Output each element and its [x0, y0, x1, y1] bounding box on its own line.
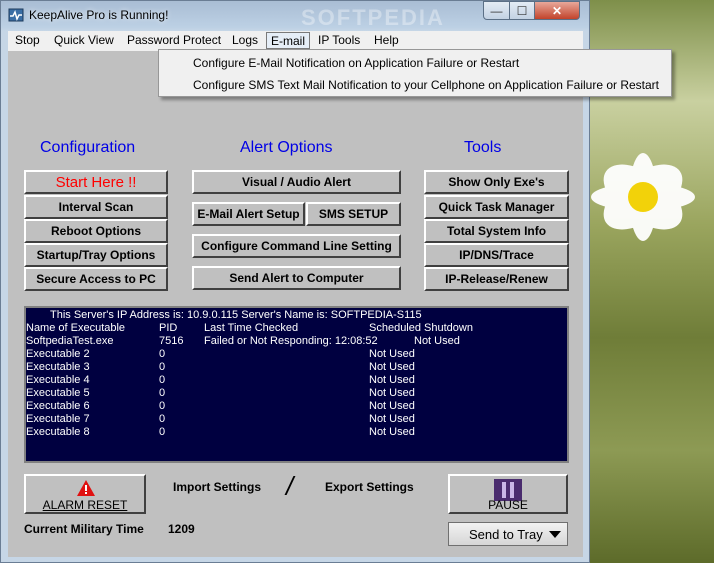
secure-access-button[interactable]: Secure Access to PC — [24, 267, 168, 291]
header-scheduled-shutdown: Scheduled Shutdown — [369, 322, 473, 334]
maximize-button[interactable]: ☐ — [509, 1, 535, 20]
row-2-name: Executable 2 — [26, 348, 90, 360]
startup-tray-options-button[interactable]: Startup/Tray Options — [24, 243, 168, 267]
row-1-name: SoftpediaTest.exe — [26, 335, 114, 347]
reboot-options-button[interactable]: Reboot Options — [24, 219, 168, 243]
send-alert-to-computer-button[interactable]: Send Alert to Computer — [192, 266, 401, 290]
alarm-reset-button[interactable]: ALARM RESET — [24, 474, 146, 514]
alarm-reset-label: ALARM RESET — [42, 498, 128, 512]
row-7-name: Executable 7 — [26, 413, 90, 425]
row-5-shutdown: Not Used — [369, 387, 415, 399]
email-dropdown-menu: Configure E-Mail Notification on Applica… — [158, 49, 672, 97]
quick-task-manager-button[interactable]: Quick Task Manager — [424, 195, 569, 219]
menu-bar: Stop Quick View Password Protect Logs E-… — [8, 31, 583, 51]
import-export-separator: / — [286, 471, 294, 501]
email-alert-setup-button[interactable]: E-Mail Alert Setup — [192, 202, 305, 226]
warning-icon — [77, 480, 95, 496]
minimize-button[interactable]: — — [483, 1, 510, 20]
header-pid: PID — [159, 322, 178, 334]
row-5-name: Executable 5 — [26, 387, 90, 399]
import-settings-link[interactable]: Import Settings — [173, 480, 261, 494]
header-name: Name of Executable — [26, 322, 126, 334]
row-3-shutdown: Not Used — [369, 361, 415, 373]
military-time-label: Current Military Time — [24, 522, 144, 536]
row-8-pid: 0 — [159, 426, 166, 438]
row-6-shutdown: Not Used — [369, 400, 415, 412]
window-title: KeepAlive Pro is Running! — [29, 8, 169, 22]
title-bar[interactable]: KeepAlive Pro is Running! SOFTPEDIA — ☐ … — [1, 1, 589, 30]
row-6-pid: 0 — [159, 400, 166, 412]
menu-logs[interactable]: Logs — [228, 32, 262, 49]
ip-dns-trace-button[interactable]: IP/DNS/Trace — [424, 243, 569, 267]
menu-email[interactable]: E-mail — [266, 32, 311, 49]
military-time-value: 1209 — [168, 522, 195, 536]
pause-label: PAUSE — [488, 498, 528, 512]
row-4-pid: 0 — [159, 374, 166, 386]
row-7-shutdown: Not Used — [369, 413, 415, 425]
configure-command-line-button[interactable]: Configure Command Line Setting — [192, 234, 401, 258]
row-3-pid: 0 — [159, 361, 166, 373]
header-last-checked: Last Time Checked — [204, 322, 299, 334]
alert-options-heading: Alert Options — [240, 139, 333, 156]
show-only-exes-button[interactable]: Show Only Exe's — [424, 170, 569, 194]
total-system-info-button[interactable]: Total System Info — [424, 219, 569, 243]
sms-setup-button[interactable]: SMS SETUP — [306, 202, 401, 226]
ip-release-renew-button[interactable]: IP-Release/Renew — [424, 267, 569, 291]
export-settings-link[interactable]: Export Settings — [325, 480, 414, 494]
row-5-pid: 0 — [159, 387, 166, 399]
app-icon — [8, 8, 24, 22]
configure-sms-notification-item[interactable]: Configure SMS Text Mail Notification to … — [193, 78, 659, 92]
row-1-last-checked: Failed or Not Responding: 12:08:52 — [204, 335, 378, 347]
pause-button[interactable]: PAUSE — [448, 474, 568, 514]
menu-password-protect[interactable]: Password Protect — [123, 32, 225, 49]
watermark: SOFTPEDIA — [301, 5, 445, 30]
row-1-shutdown: Not Used — [414, 335, 460, 347]
menu-help[interactable]: Help — [370, 32, 403, 49]
row-2-pid: 0 — [159, 348, 166, 360]
tools-heading: Tools — [464, 139, 502, 156]
menu-quick-view[interactable]: Quick View — [50, 32, 118, 49]
row-1-pid: 7516 — [159, 335, 184, 347]
configuration-heading: Configuration — [40, 139, 136, 156]
send-to-tray-label: Send to Tray — [469, 526, 543, 542]
row-6-name: Executable 6 — [26, 400, 90, 412]
menu-ip-tools[interactable]: IP Tools — [314, 32, 364, 49]
interval-scan-button[interactable]: Interval Scan — [24, 195, 168, 219]
visual-audio-alert-button[interactable]: Visual / Audio Alert — [192, 170, 401, 194]
dropdown-arrow-icon — [549, 531, 561, 538]
start-here-button[interactable]: Start Here !! — [24, 170, 168, 194]
daisy-background-image — [591, 153, 695, 241]
close-button[interactable]: ✕ — [534, 1, 580, 20]
row-4-name: Executable 4 — [26, 374, 90, 386]
row-7-pid: 0 — [159, 413, 166, 425]
row-4-shutdown: Not Used — [369, 374, 415, 386]
row-8-shutdown: Not Used — [369, 426, 415, 438]
server-info-line: This Server's IP Address is: 10.9.0.115 … — [50, 309, 422, 321]
row-8-name: Executable 8 — [26, 426, 90, 438]
row-3-name: Executable 3 — [26, 361, 90, 373]
status-list[interactable]: This Server's IP Address is: 10.9.0.115 … — [24, 306, 569, 463]
menu-stop[interactable]: Stop — [11, 32, 44, 49]
row-2-shutdown: Not Used — [369, 348, 415, 360]
configure-email-notification-item[interactable]: Configure E-Mail Notification on Applica… — [193, 56, 519, 70]
send-to-tray-button[interactable]: Send to Tray — [448, 522, 568, 546]
